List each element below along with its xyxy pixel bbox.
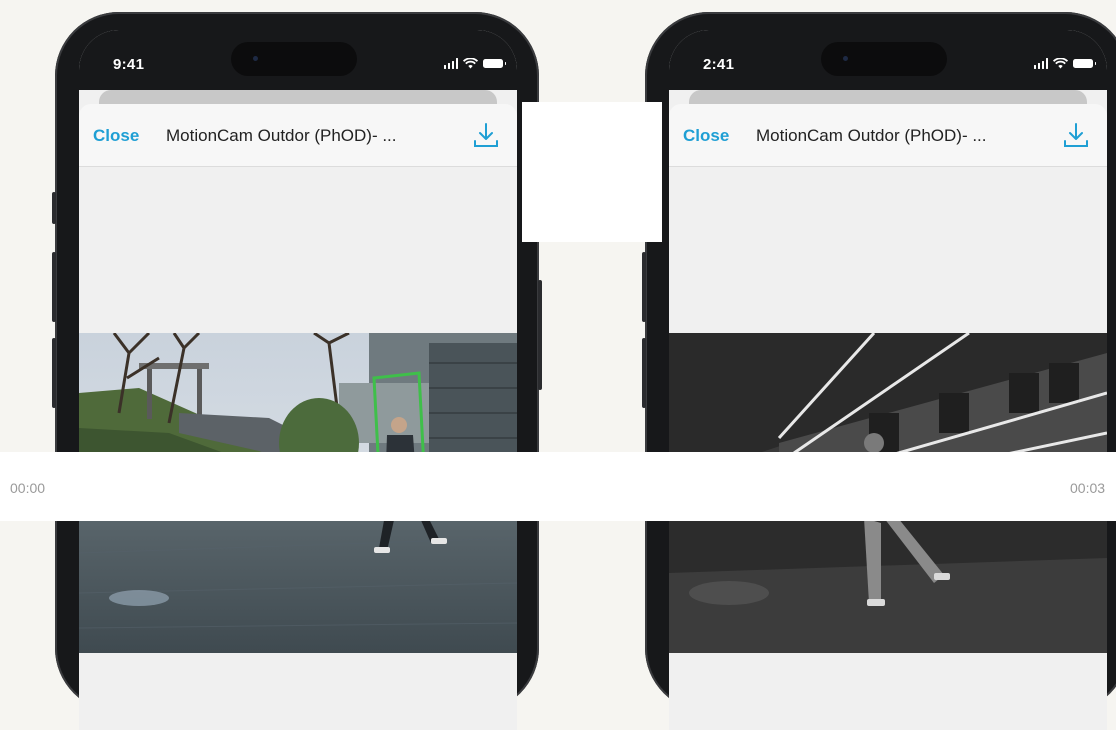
- video-title: MotionCam Outdor (PhOD)- ...: [166, 126, 397, 145]
- timeline-start-label: 00:00: [10, 480, 46, 496]
- phone-frame-night: 2:41 Close MotionCam Outdor (PhOD)- ...: [642, 12, 1116, 730]
- phone-frame-day: 9:41 Close MotionCam Outdor (PhOD)- ...: [52, 12, 542, 730]
- volume-down-button: [52, 338, 56, 408]
- mute-switch: [52, 192, 56, 224]
- nav-bar: Close MotionCam Outdor (PhOD)- ...: [669, 104, 1107, 167]
- volume-down-button: [642, 338, 646, 408]
- phone-screen: 9:41 Close MotionCam Outdor (PhOD)- ...: [79, 30, 517, 730]
- status-time: 9:41: [113, 56, 145, 73]
- status-bar: 9:41: [79, 30, 517, 90]
- power-button: [538, 280, 542, 390]
- dynamic-island: [821, 42, 947, 76]
- wifi-icon: [1053, 58, 1068, 69]
- battery-icon: [1073, 59, 1096, 68]
- download-icon[interactable]: [1061, 120, 1091, 150]
- nav-bar: Close MotionCam Outdor (PhOD)- ...: [79, 104, 517, 167]
- download-icon[interactable]: [471, 120, 501, 150]
- signal-icon: [1033, 58, 1048, 69]
- timeline-end-label: 00:03: [1070, 480, 1106, 496]
- signal-icon: [443, 58, 458, 69]
- battery-icon: [483, 59, 506, 68]
- status-bar: 2:41: [669, 30, 1107, 90]
- volume-up-button: [642, 252, 646, 322]
- status-time: 2:41: [703, 56, 735, 73]
- blank-panel: [522, 102, 662, 242]
- video-title: MotionCam Outdor (PhOD)- ...: [756, 126, 987, 145]
- close-button[interactable]: Close: [683, 126, 729, 146]
- close-button[interactable]: Close: [93, 126, 139, 146]
- phone-screen: 2:41 Close MotionCam Outdor (PhOD)- ...: [669, 30, 1107, 730]
- timeline-strip: [0, 452, 1116, 521]
- dynamic-island: [231, 42, 357, 76]
- volume-up-button: [52, 252, 56, 322]
- wifi-icon: [463, 58, 478, 69]
